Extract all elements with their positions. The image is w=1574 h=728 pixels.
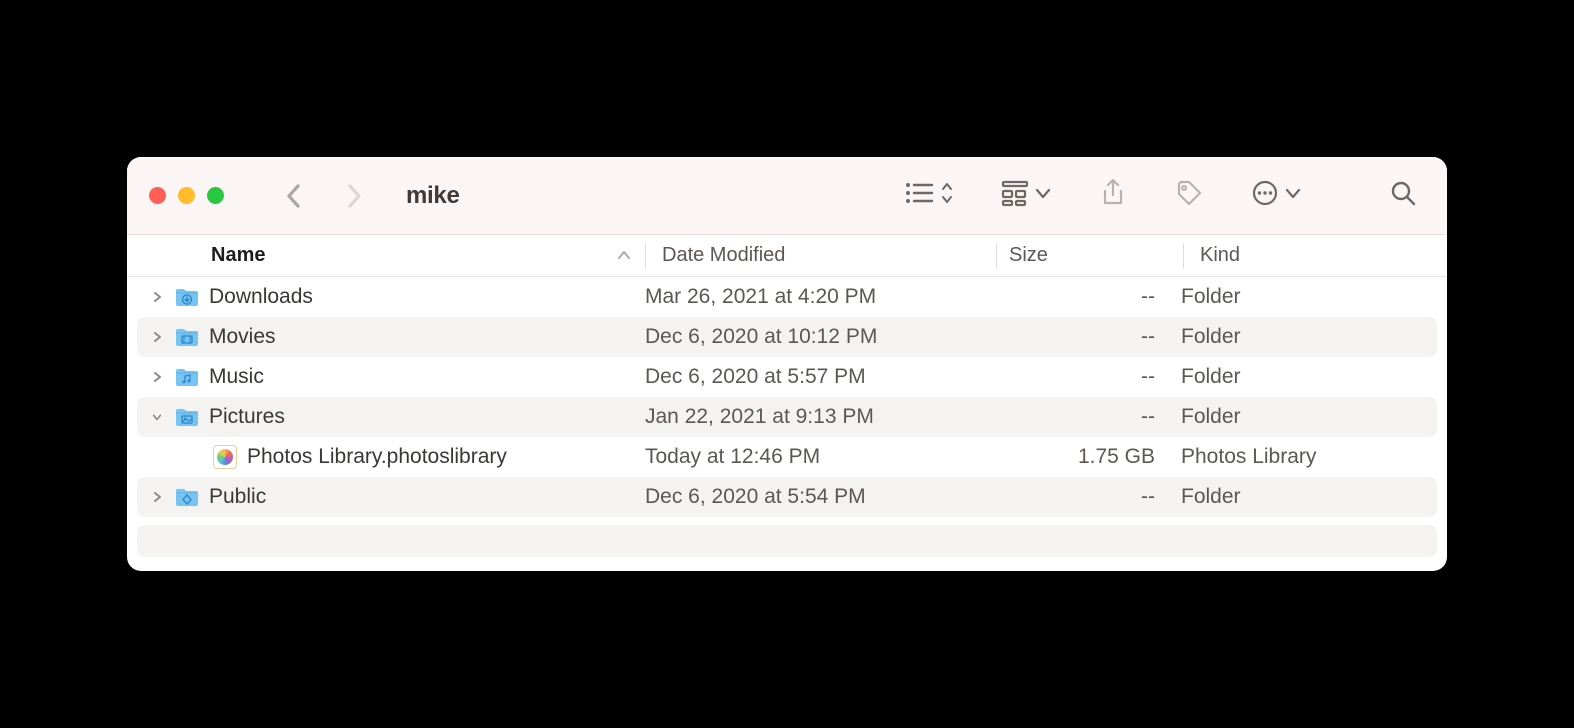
file-row[interactable]: Movies Dec 6, 2020 at 10:12 PM--Folder [137,317,1437,357]
name-cell: Movies [137,325,645,349]
file-row[interactable]: Downloads Mar 26, 2021 at 4:20 PM--Folder [127,277,1447,317]
column-header-name[interactable]: Name [127,244,645,267]
more-circle-icon [1251,179,1279,212]
kind-cell: Folder [1181,365,1447,389]
kind-cell: Folder [1181,485,1437,509]
chevron-right-icon [344,182,364,210]
kind-cell: Folder [1181,405,1437,429]
navigation-buttons [284,182,364,210]
size-cell: -- [995,365,1181,389]
date-modified-cell: Dec 6, 2020 at 5:54 PM [645,485,995,509]
column-header-kind[interactable]: Kind [1184,244,1447,267]
column-header-size[interactable]: Size [997,244,1183,267]
file-name-label: Public [209,485,266,509]
disclosure-triangle[interactable] [149,411,165,423]
file-row[interactable]: Music Dec 6, 2020 at 5:57 PM--Folder [127,357,1447,397]
file-name-label: Downloads [209,285,313,309]
name-cell: Pictures [137,405,645,429]
photos-library-icon [211,445,239,469]
file-name-label: Pictures [209,405,285,429]
name-cell: Downloads [127,285,645,309]
chevron-down-icon [1285,186,1301,205]
chevron-down-icon [1035,186,1051,205]
back-button[interactable] [284,182,304,210]
list-view-icon [905,181,935,210]
minimize-window-button[interactable] [178,187,195,204]
chevron-right-icon [152,371,162,383]
date-modified-cell: Dec 6, 2020 at 5:57 PM [645,365,995,389]
zoom-window-button[interactable] [207,187,224,204]
tags-button[interactable] [1175,179,1203,212]
chevron-down-icon [152,411,162,423]
column-name-label: Name [211,244,265,267]
kind-cell: Folder [1181,325,1437,349]
disclosure-triangle[interactable] [149,291,165,303]
date-modified-cell: Today at 12:46 PM [645,445,995,469]
share-icon [1099,179,1127,212]
file-name-label: Movies [209,325,276,349]
name-cell: Public [137,485,645,509]
column-headers: Name Date Modified Size Kind [127,235,1447,277]
size-cell: -- [995,285,1181,309]
date-modified-cell: Jan 22, 2021 at 9:13 PM [645,405,995,429]
column-header-date[interactable]: Date Modified [646,244,996,267]
share-button[interactable] [1099,179,1127,212]
disclosure-triangle[interactable] [149,491,165,503]
chevron-right-icon [152,491,162,503]
chevron-right-icon [152,331,162,343]
folder-icon [173,485,201,509]
grid-icon [1001,179,1029,212]
size-cell: 1.75 GB [995,445,1181,469]
size-cell: -- [995,485,1181,509]
size-cell: -- [995,325,1181,349]
disclosure-triangle[interactable] [149,371,165,383]
date-modified-cell: Dec 6, 2020 at 10:12 PM [645,325,995,349]
folder-icon [173,365,201,389]
name-cell: Photos Library.photoslibrary [127,445,645,469]
file-row[interactable]: Photos Library.photoslibrary Today at 12:… [127,437,1447,477]
file-row[interactable]: Pictures Jan 22, 2021 at 9:13 PM--Folder [137,397,1437,437]
chevron-right-icon [152,291,162,303]
kind-cell: Photos Library [1181,445,1447,469]
size-cell: -- [995,405,1181,429]
window-controls [149,187,224,204]
view-options-button[interactable] [905,181,953,210]
folder-icon [173,285,201,309]
name-cell: Music [127,365,645,389]
search-button[interactable] [1389,179,1417,212]
finder-window: mike [127,157,1447,571]
kind-cell: Folder [1181,285,1447,309]
toolbar: mike [127,157,1447,235]
close-window-button[interactable] [149,187,166,204]
file-name-label: Music [209,365,264,389]
sort-ascending-icon [617,244,631,267]
search-icon [1389,179,1417,212]
group-by-button[interactable] [1001,179,1051,212]
file-row[interactable]: Public Dec 6, 2020 at 5:54 PM--Folder [137,477,1437,517]
forward-button[interactable] [344,182,364,210]
tag-icon [1175,179,1203,212]
folder-icon [173,325,201,349]
date-modified-cell: Mar 26, 2021 at 4:20 PM [645,285,995,309]
file-list: DownloadsMar 26, 2021 at 4:20 PM--Folder… [127,277,1447,517]
status-bar [137,525,1437,557]
disclosure-triangle[interactable] [149,331,165,343]
action-menu-button[interactable] [1251,179,1301,212]
up-down-arrows-icon [941,181,953,210]
chevron-left-icon [284,182,304,210]
window-title: mike [406,182,460,210]
folder-icon [173,405,201,429]
file-name-label: Photos Library.photoslibrary [247,445,507,469]
